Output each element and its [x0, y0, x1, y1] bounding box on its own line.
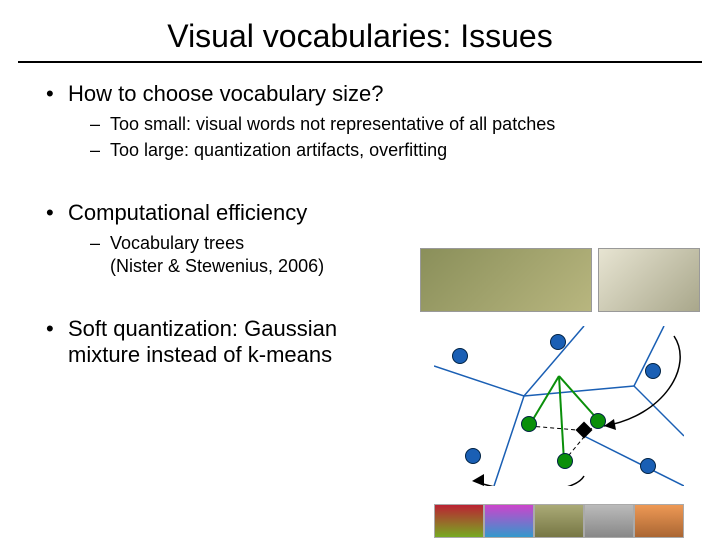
butterfly-patch-image — [598, 248, 700, 312]
cluster-node-icon — [645, 363, 661, 379]
vocabulary-tree-figure — [420, 248, 700, 538]
subbullet-too-large: Too large: quantization artifacts, overf… — [40, 139, 680, 162]
cluster-node-icon — [452, 348, 468, 364]
slide-title: Visual vocabularies: Issues — [0, 18, 720, 55]
bullet-vocab-size: How to choose vocabulary size? — [40, 81, 680, 107]
cluster-node-icon — [640, 458, 656, 474]
tree-node-icon — [557, 453, 573, 469]
tree-node-icon — [590, 413, 606, 429]
subbullet-too-small: Too small: visual words not representati… — [40, 113, 680, 136]
tree-node-icon — [521, 416, 537, 432]
image-strip — [434, 504, 684, 538]
bullet-soft-quant: Soft quantization: Gaussian mixture inst… — [40, 316, 408, 368]
cluster-node-icon — [465, 448, 481, 464]
bullet-efficiency: Computational efficiency — [40, 200, 680, 226]
cluster-node-icon — [550, 334, 566, 350]
title-rule — [18, 61, 702, 63]
butterfly-image — [420, 248, 592, 312]
